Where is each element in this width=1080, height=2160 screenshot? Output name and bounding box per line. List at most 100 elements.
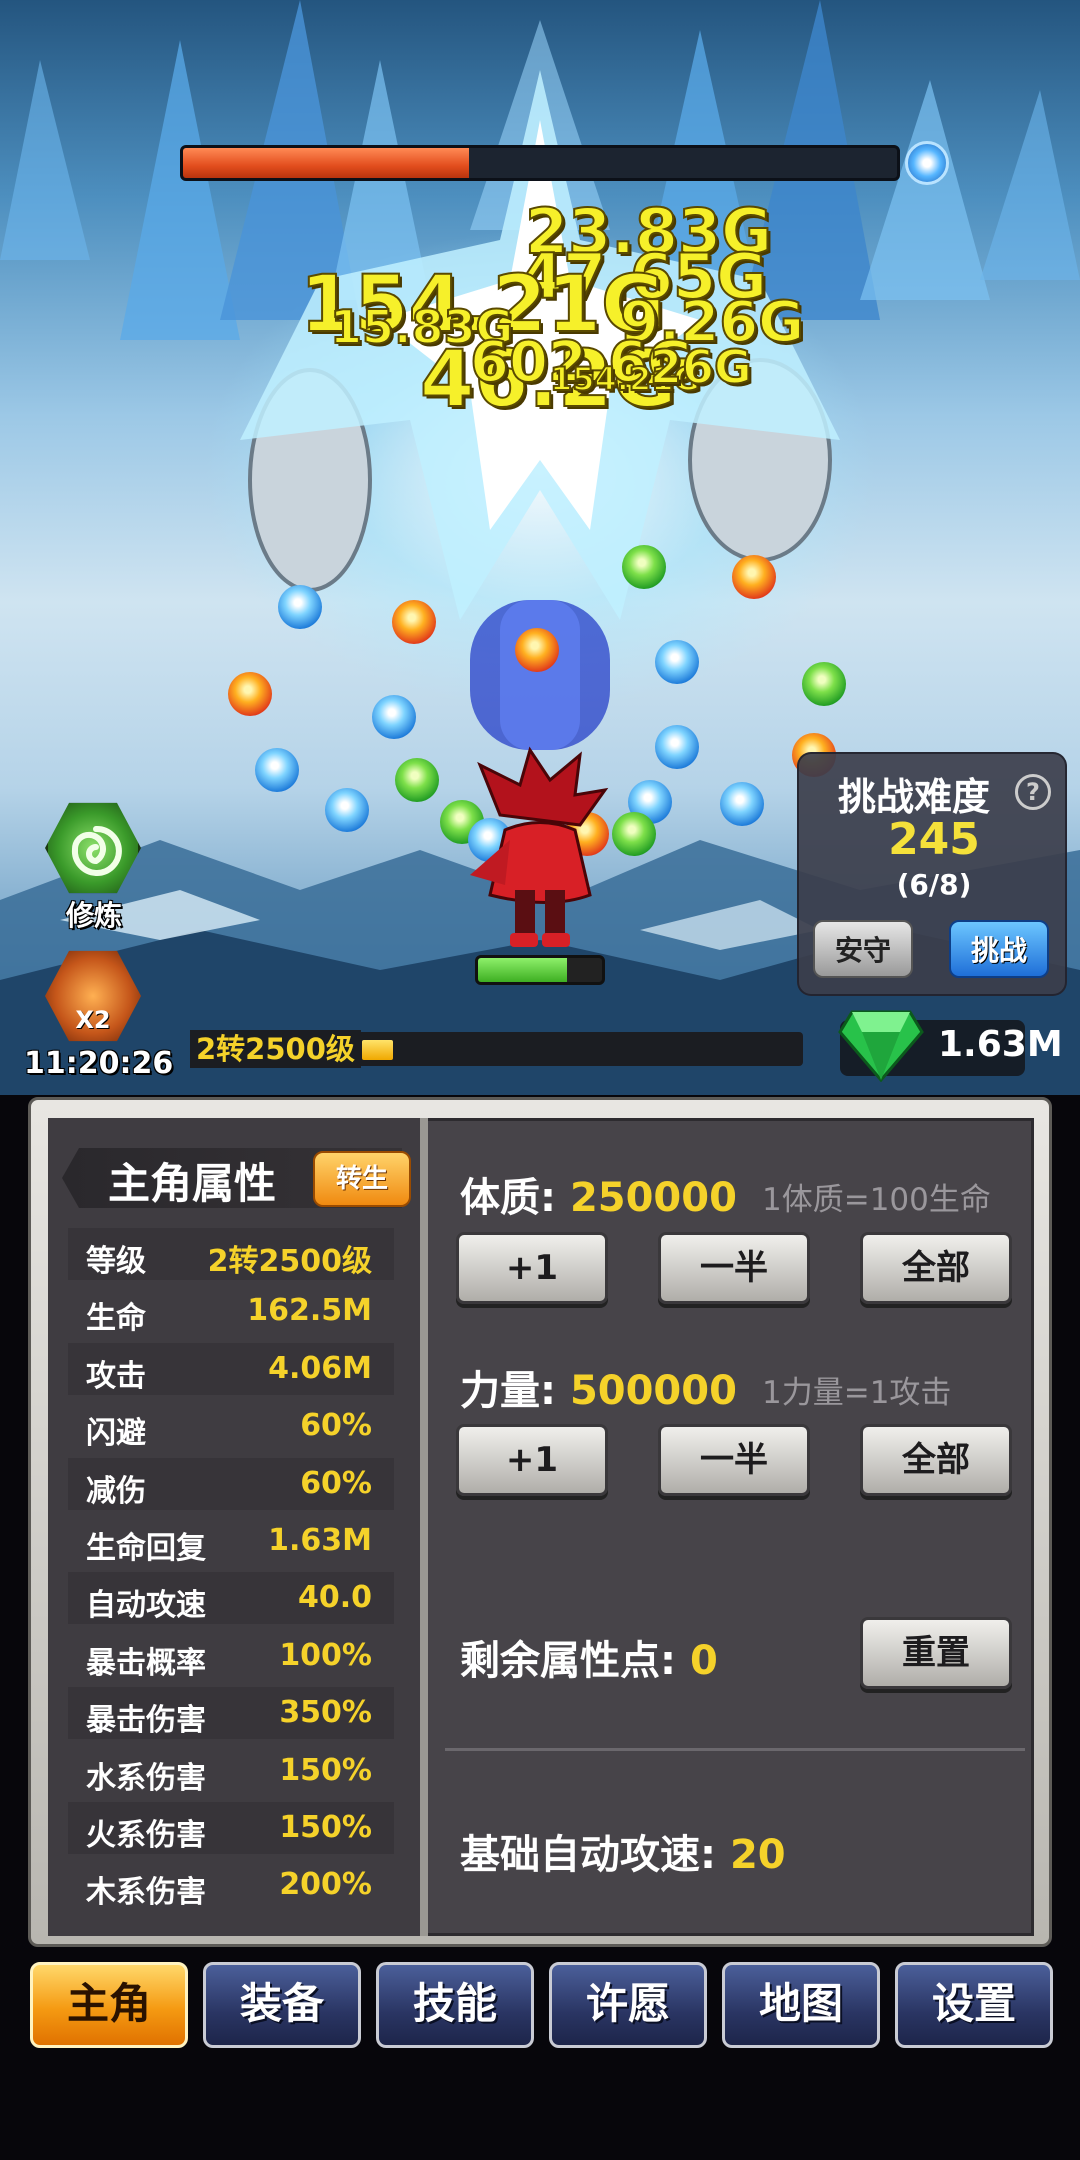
reset-button[interactable]: 重置 bbox=[860, 1617, 1012, 1689]
stat-row: 等级 2转2500级 bbox=[68, 1228, 394, 1280]
stat-value: 162.5M bbox=[247, 1293, 372, 1329]
stat-value: 2转2500级 bbox=[207, 1244, 372, 1279]
stat-name: 暴击伤害 bbox=[86, 1703, 206, 1739]
stat-value: 200% bbox=[279, 1867, 372, 1903]
stat-value: 100% bbox=[279, 1637, 372, 1673]
remaining-points-line: 剩余属性点: 0 bbox=[460, 1628, 718, 1686]
gem-icon bbox=[838, 1010, 924, 1082]
stat-name: 火系伤害 bbox=[86, 1818, 206, 1853]
nav-tab[interactable]: 许愿 bbox=[549, 1962, 707, 2048]
fire-projectile-icon bbox=[392, 600, 436, 644]
water-projectile-icon bbox=[655, 640, 699, 684]
boss-element-icon bbox=[905, 141, 949, 185]
stat-name: 生命 bbox=[86, 1301, 146, 1337]
water-projectile-icon bbox=[372, 695, 416, 739]
boss-health-bar bbox=[180, 145, 900, 181]
damage-number: 26G bbox=[649, 339, 753, 395]
remaining-points-label: 剩余属性点: bbox=[460, 1638, 676, 1684]
strength-all-button[interactable]: 全部 bbox=[860, 1424, 1012, 1496]
stat-value: 150% bbox=[279, 1810, 372, 1845]
wood-projectile-icon bbox=[395, 758, 439, 802]
stat-row: 暴击概率 100% bbox=[68, 1630, 394, 1682]
strength-value: 500000 bbox=[569, 1368, 737, 1414]
stat-name: 等级 bbox=[86, 1244, 146, 1279]
stat-row: 暴击伤害 350% bbox=[68, 1687, 394, 1740]
stat-name: 闪避 bbox=[86, 1416, 146, 1452]
strength-hint: 1力量=1攻击 bbox=[762, 1375, 952, 1411]
stat-row: 攻击 4.06M bbox=[68, 1342, 394, 1395]
stat-value: 4.06M bbox=[268, 1350, 372, 1386]
constitution-half-button[interactable]: 一半 bbox=[658, 1232, 810, 1304]
stat-row: 水系伤害 150% bbox=[68, 1745, 394, 1797]
water-projectile-icon bbox=[325, 788, 369, 832]
help-icon[interactable]: ? bbox=[1015, 774, 1051, 810]
stat-value: 150% bbox=[279, 1752, 372, 1788]
stat-value: 350% bbox=[279, 1695, 372, 1731]
challenge-button[interactable]: 挑战 bbox=[949, 920, 1049, 978]
hero-health-fill bbox=[478, 958, 568, 982]
stat-row: 减伤 60% bbox=[68, 1457, 394, 1510]
base-attack-speed-value: 20 bbox=[729, 1832, 786, 1878]
strength-plus-one-button[interactable]: +1 bbox=[456, 1424, 608, 1496]
stat-name: 水系伤害 bbox=[86, 1760, 206, 1796]
challenge-difficulty-panel: 挑战难度 ? 245 (6/8) 安守 挑战 bbox=[797, 752, 1067, 996]
stat-name: 自动攻速 bbox=[86, 1588, 206, 1624]
stat-row: 生命 162.5M bbox=[68, 1285, 394, 1337]
nav-tab[interactable]: 技能 bbox=[376, 1962, 534, 2048]
stat-row: 自动攻速 40.0 bbox=[68, 1572, 394, 1625]
water-projectile-icon bbox=[255, 748, 299, 792]
fire-projectile-icon bbox=[515, 628, 559, 672]
stay-button[interactable]: 安守 bbox=[813, 920, 913, 978]
constitution-label: 体质: bbox=[460, 1175, 556, 1221]
panel-divider bbox=[420, 1118, 428, 1936]
base-attack-speed-label: 基础自动攻速: bbox=[460, 1832, 716, 1878]
stat-name: 木系伤害 bbox=[86, 1875, 206, 1911]
water-projectile-icon bbox=[720, 782, 764, 826]
wood-projectile-icon bbox=[802, 662, 846, 706]
constitution-all-button[interactable]: 全部 bbox=[860, 1232, 1012, 1304]
stat-value: 60% bbox=[300, 1465, 372, 1501]
stat-value: 1.63M bbox=[268, 1523, 372, 1558]
fire-projectile-icon bbox=[732, 555, 776, 599]
strength-label: 力量: bbox=[460, 1368, 556, 1414]
water-projectile-icon bbox=[278, 585, 322, 629]
challenge-level: 245 bbox=[888, 814, 980, 865]
constitution-plus-one-button[interactable]: +1 bbox=[456, 1232, 608, 1304]
experience-fill bbox=[362, 1040, 393, 1060]
remaining-points-value: 0 bbox=[689, 1638, 718, 1684]
fire-projectile-icon bbox=[228, 672, 272, 716]
hero-character bbox=[470, 746, 609, 947]
constitution-line: 体质: 250000 bbox=[460, 1165, 737, 1223]
hero-health-bar bbox=[475, 955, 605, 985]
stat-value: 60% bbox=[300, 1408, 372, 1444]
rebirth-button[interactable]: 转生 bbox=[313, 1151, 411, 1207]
rebirth-level-label: 2转2500级 bbox=[190, 1030, 361, 1068]
boost-timer: 11:20:26 bbox=[24, 1046, 174, 1081]
stat-name: 生命回复 bbox=[86, 1531, 206, 1566]
attributes-title: 主角属性 bbox=[108, 1159, 277, 1208]
nav-tab[interactable]: 装备 bbox=[203, 1962, 361, 2048]
nav-tab[interactable]: 主角 bbox=[30, 1962, 188, 2048]
challenge-progress: (6/8) bbox=[896, 868, 972, 901]
strength-half-button[interactable]: 一半 bbox=[658, 1424, 810, 1496]
stat-value: 40.0 bbox=[297, 1580, 372, 1616]
wood-projectile-icon bbox=[622, 545, 666, 589]
gem-amount: 1.63M bbox=[938, 1024, 1063, 1065]
stat-row: 生命回复 1.63M bbox=[68, 1515, 394, 1567]
stat-row: 木系伤害 200% bbox=[68, 1859, 394, 1911]
base-attack-speed-line: 基础自动攻速: 20 bbox=[460, 1822, 786, 1880]
nav-tab[interactable]: 地图 bbox=[722, 1962, 880, 2048]
stat-row: 闪避 60% bbox=[68, 1400, 394, 1452]
stat-name: 减伤 bbox=[86, 1473, 146, 1509]
water-projectile-icon bbox=[655, 725, 699, 769]
strength-line: 力量: 500000 bbox=[460, 1358, 737, 1416]
boss-health-fill bbox=[183, 148, 469, 178]
constitution-value: 250000 bbox=[569, 1175, 737, 1221]
cultivate-label: 修炼 bbox=[65, 899, 122, 932]
challenge-title: 挑战难度 bbox=[837, 775, 990, 819]
stat-name: 攻击 bbox=[86, 1358, 146, 1394]
stat-row: 火系伤害 150% bbox=[68, 1802, 394, 1854]
stat-name: 暴击概率 bbox=[86, 1645, 206, 1681]
section-separator bbox=[445, 1748, 1025, 1751]
nav-tab[interactable]: 设置 bbox=[895, 1962, 1053, 2048]
